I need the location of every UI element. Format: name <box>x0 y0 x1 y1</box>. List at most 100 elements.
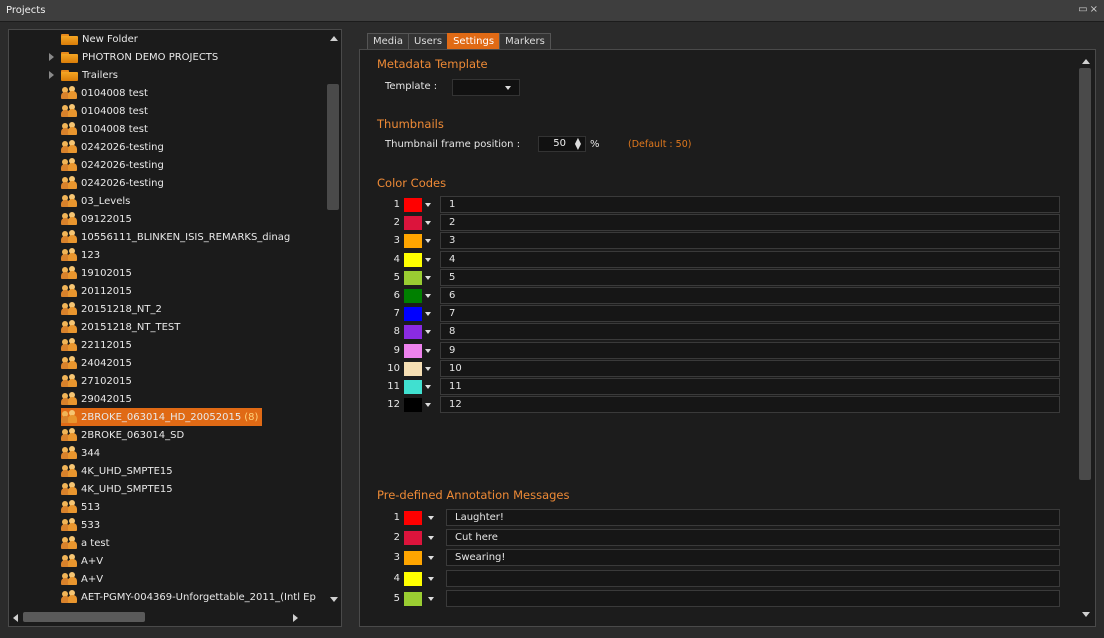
close-icon[interactable]: × <box>1090 4 1098 15</box>
folder-item[interactable]: Trailers <box>49 66 118 84</box>
color-swatch[interactable] <box>404 398 422 413</box>
annotation-message-field[interactable] <box>446 589 1060 607</box>
chevron-down-icon[interactable] <box>425 203 431 207</box>
color-swatch[interactable] <box>404 380 422 394</box>
chevron-down-icon[interactable] <box>425 330 431 335</box>
project-item[interactable]: 10556111_BLINKEN_ISIS_REMARKS_dinag <box>61 228 290 246</box>
color-code-name-field[interactable]: 11 <box>440 378 1060 395</box>
scroll-left-icon[interactable] <box>13 614 18 622</box>
scrollbar-thumb[interactable] <box>1079 68 1091 480</box>
color-swatch[interactable] <box>404 343 422 358</box>
color-swatch[interactable] <box>404 551 422 566</box>
chevron-down-icon[interactable] <box>428 556 434 561</box>
project-item[interactable]: a test <box>61 534 110 552</box>
color-swatch[interactable] <box>404 307 422 322</box>
expand-arrow-icon[interactable] <box>49 71 54 79</box>
color-swatch[interactable] <box>404 216 422 231</box>
project-item[interactable]: 0104008 test <box>61 120 148 138</box>
folder-item[interactable]: New Folder <box>61 30 138 48</box>
color-code-name-field[interactable]: 12 <box>440 396 1060 414</box>
project-item[interactable]: 29042015 <box>61 390 132 408</box>
project-item[interactable]: 533 <box>61 516 100 534</box>
chevron-down-icon[interactable] <box>428 516 434 520</box>
color-swatch[interactable] <box>404 234 422 249</box>
annotation-message-field[interactable] <box>446 569 1060 587</box>
scroll-down-icon[interactable] <box>1082 612 1090 617</box>
project-item[interactable]: A+V <box>61 570 103 588</box>
folder-item[interactable]: PHOTRON DEMO PROJECTS <box>49 48 218 66</box>
color-code-name-field[interactable]: 5 <box>440 268 1060 286</box>
chevron-down-icon[interactable] <box>425 312 431 317</box>
color-swatch[interactable] <box>404 571 422 586</box>
project-item[interactable]: 344 <box>61 444 100 462</box>
chevron-down-icon[interactable] <box>425 348 431 353</box>
chevron-down-icon[interactable] <box>425 294 431 298</box>
project-item[interactable]: 0242026-testing <box>61 138 164 156</box>
project-item[interactable]: 123 <box>61 246 100 264</box>
spin-arrows-icon[interactable]: ▲ ▼ <box>575 137 581 151</box>
projects-vertical-scrollbar[interactable] <box>325 30 341 608</box>
project-item[interactable]: 4K_UHD_SMPTE15 <box>61 462 173 480</box>
chevron-down-icon[interactable] <box>425 385 431 389</box>
project-item[interactable]: AET-PGMY-004369-Unforgettable_2011_(Intl… <box>61 588 316 606</box>
color-swatch[interactable] <box>404 198 422 212</box>
project-item[interactable]: 24042015 <box>61 354 132 372</box>
color-code-name-field[interactable]: 8 <box>440 323 1060 341</box>
settings-vertical-scrollbar[interactable] <box>1076 50 1095 626</box>
project-item[interactable]: 20151218_NT_2 <box>61 300 162 318</box>
restore-icon[interactable]: ▭ <box>1078 4 1087 15</box>
project-item[interactable]: 0242026-testing <box>61 156 164 174</box>
scroll-up-icon[interactable] <box>1082 59 1090 64</box>
template-dropdown[interactable] <box>452 79 520 96</box>
chevron-down-icon[interactable] <box>425 275 431 280</box>
color-code-name-field[interactable]: 7 <box>440 305 1060 323</box>
color-swatch[interactable] <box>404 361 422 376</box>
chevron-down-icon[interactable] <box>428 536 434 541</box>
project-item[interactable]: 2BROKE_063014_SD <box>61 426 184 444</box>
scroll-right-icon[interactable] <box>293 614 298 622</box>
color-code-name-field[interactable]: 2 <box>440 214 1060 232</box>
color-swatch[interactable] <box>404 289 422 303</box>
thumbnail-position-spinbox[interactable]: 50 ▲ ▼ <box>538 136 586 152</box>
project-item[interactable]: 2BROKE_063014_HD_20052015 (8) <box>61 408 263 426</box>
color-swatch[interactable] <box>404 325 422 340</box>
tab-markers[interactable]: Markers <box>499 33 551 49</box>
scroll-down-icon[interactable] <box>330 597 338 602</box>
tab-media[interactable]: Media <box>367 33 410 49</box>
tab-users[interactable]: Users <box>408 33 449 49</box>
expand-arrow-icon[interactable] <box>49 53 54 61</box>
annotation-message-field[interactable]: Laughter! <box>446 509 1060 526</box>
project-item[interactable]: 20112015 <box>61 282 132 300</box>
color-code-name-field[interactable]: 1 <box>440 196 1060 213</box>
project-item[interactable]: 22112015 <box>61 336 132 354</box>
color-swatch[interactable] <box>404 531 422 546</box>
project-item[interactable]: 19102015 <box>61 264 132 282</box>
color-swatch[interactable] <box>404 270 422 285</box>
chevron-down-icon[interactable] <box>425 257 431 262</box>
project-item[interactable]: 0242026-testing <box>61 174 164 192</box>
project-item[interactable]: 0104008 test <box>61 84 148 102</box>
project-item[interactable]: 513 <box>61 498 100 516</box>
project-item[interactable]: 03_Levels <box>61 192 130 210</box>
scrollbar-thumb[interactable] <box>327 84 339 210</box>
chevron-down-icon[interactable] <box>428 576 434 581</box>
color-swatch[interactable] <box>404 252 422 267</box>
color-swatch[interactable] <box>404 511 422 525</box>
scrollbar-thumb[interactable] <box>23 612 145 622</box>
annotation-message-field[interactable]: Swearing! <box>446 549 1060 567</box>
project-item[interactable]: 20151218_NT_TEST <box>61 318 180 336</box>
scroll-up-icon[interactable] <box>330 36 338 41</box>
color-code-name-field[interactable]: 3 <box>440 232 1060 250</box>
tab-settings[interactable]: Settings <box>447 33 501 49</box>
project-item[interactable]: 0104008 test <box>61 102 148 120</box>
chevron-down-icon[interactable] <box>425 221 431 226</box>
projects-horizontal-scrollbar[interactable] <box>9 608 325 626</box>
color-code-name-field[interactable]: 10 <box>440 359 1060 377</box>
project-item[interactable]: 4K_UHD_SMPTE15 <box>61 480 173 498</box>
project-item[interactable]: 09122015 <box>61 210 132 228</box>
color-swatch[interactable] <box>404 591 422 606</box>
chevron-down-icon[interactable] <box>425 403 431 408</box>
color-code-name-field[interactable]: 4 <box>440 250 1060 268</box>
annotation-message-field[interactable]: Cut here <box>446 529 1060 547</box>
project-item[interactable]: 27102015 <box>61 372 132 390</box>
